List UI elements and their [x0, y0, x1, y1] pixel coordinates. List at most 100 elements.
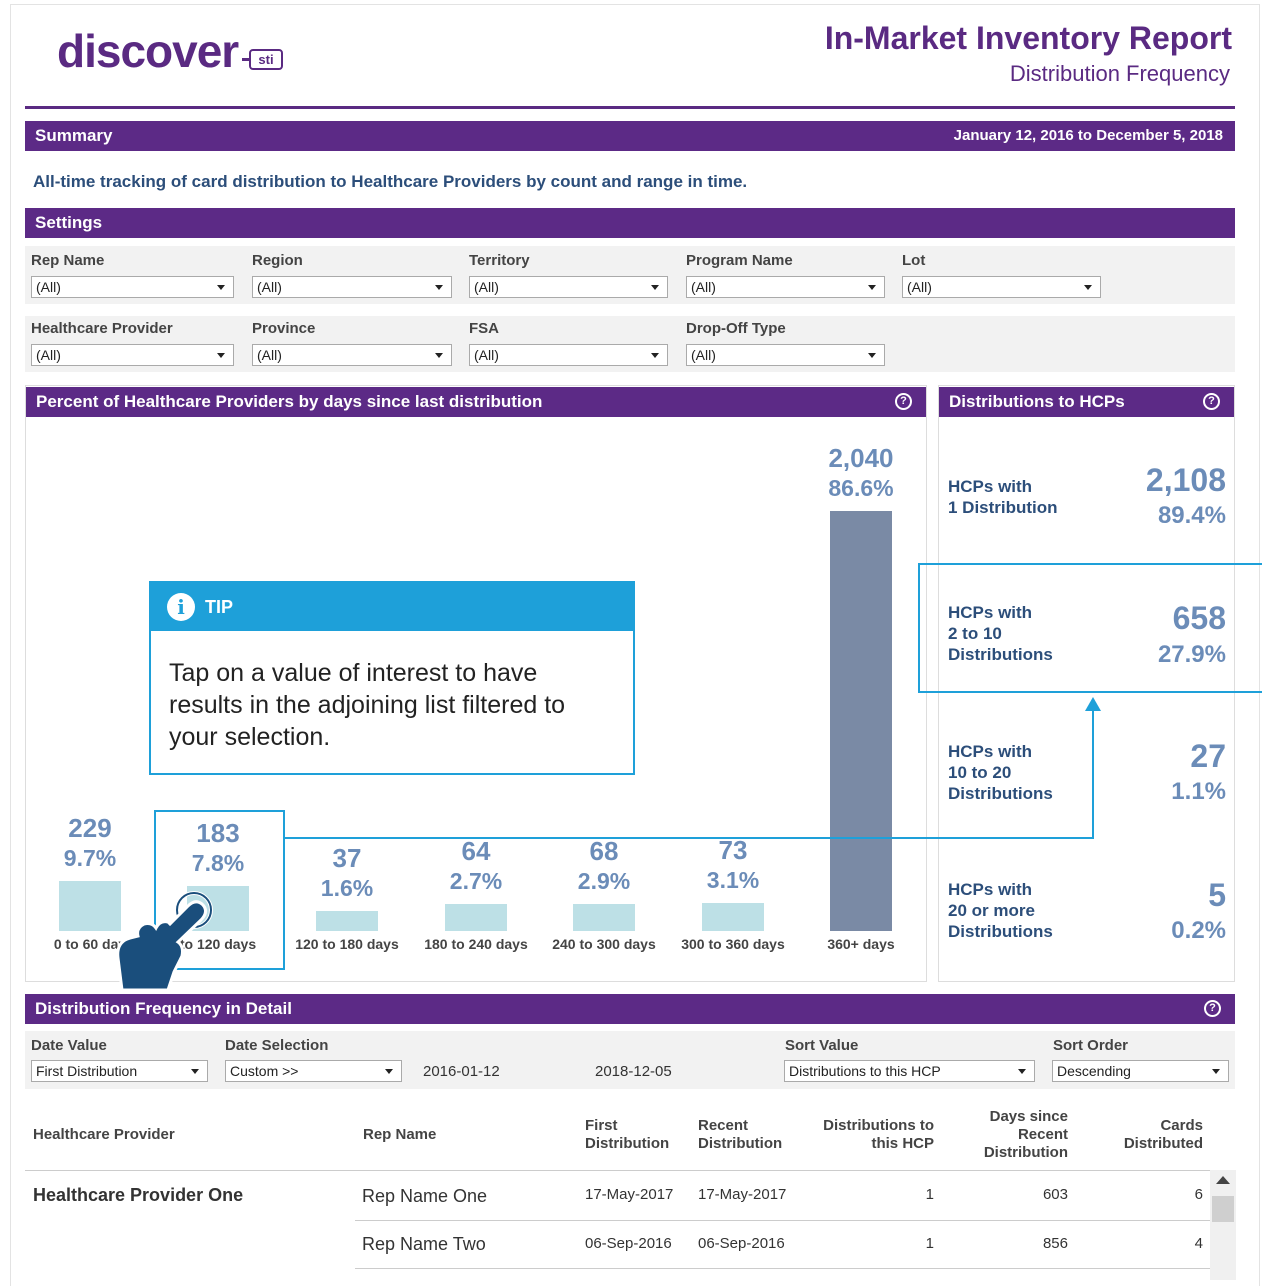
summary-header: Summary January 12, 2016 to December 5, …: [25, 121, 1235, 151]
column-header[interactable]: Distributions to this HCP: [800, 1117, 934, 1153]
column-header[interactable]: Healthcare Provider: [33, 1126, 175, 1144]
bar-category-label[interactable]: 120 to 180 days: [282, 936, 412, 952]
table-cell-rep[interactable]: Rep Name Two: [362, 1234, 486, 1255]
detail-header: Distribution Frequency in Detail ?: [25, 994, 1235, 1024]
connector-arrow-icon: [1085, 697, 1101, 711]
bar-category-label[interactable]: 180 to 240 days: [411, 936, 541, 952]
filter-drop-off-type-select[interactable]: (All): [686, 344, 885, 366]
sort-order-label: Sort Order: [1053, 1037, 1129, 1054]
column-header[interactable]: Cards Distributed: [1100, 1117, 1203, 1153]
table-header-divider: [25, 1170, 1210, 1171]
tip-text: Tap on a value of interest to have resul…: [169, 659, 566, 751]
table-cell-cards: 4: [1194, 1235, 1203, 1252]
hcp-item-count[interactable]: 27: [1190, 738, 1226, 775]
chart-panel-header: Percent of Healthcare Providers by days …: [26, 387, 926, 417]
sort-value-select[interactable]: Distributions to this HCP: [784, 1060, 1035, 1082]
filter-fsa-select[interactable]: (All): [469, 344, 668, 366]
table-row-divider: [355, 1268, 1210, 1269]
table-cell-rep[interactable]: Rep Name One: [362, 1186, 487, 1207]
table-row-divider: [355, 1220, 1210, 1221]
hcp-panel-header: Distributions to HCPs ?: [939, 387, 1234, 417]
filter-lot-select[interactable]: (All): [902, 276, 1101, 298]
help-icon[interactable]: ?: [1203, 393, 1220, 410]
bar-percent-label[interactable]: 9.7%: [30, 845, 150, 872]
settings-label: Settings: [35, 213, 103, 232]
column-header[interactable]: Recent Distribution: [698, 1117, 782, 1153]
table-cell-cards: 6: [1194, 1186, 1203, 1203]
filter-program-name-select[interactable]: (All): [686, 276, 885, 298]
column-header[interactable]: First Distribution: [585, 1117, 669, 1153]
bar-category-label[interactable]: 300 to 360 days: [668, 936, 798, 952]
help-icon[interactable]: ?: [895, 393, 912, 410]
connector-line: [284, 837, 1094, 839]
filter-healthcare-provider-select[interactable]: (All): [31, 344, 234, 366]
table-scrollbar[interactable]: [1210, 1170, 1236, 1280]
table-cell-recent: 17-May-2017: [698, 1186, 787, 1203]
detail-title: Distribution Frequency in Detail: [35, 999, 292, 1018]
table-cell-first: 17-May-2017: [585, 1186, 674, 1203]
connector-line: [1092, 709, 1094, 839]
bar-category-label[interactable]: 240 to 300 days: [539, 936, 669, 952]
bar-value-label[interactable]: 37: [287, 843, 407, 874]
hcp-item-percent[interactable]: 1.1%: [1171, 778, 1226, 806]
filter-label-province: Province: [252, 320, 316, 337]
bar-percent-label[interactable]: 2.7%: [416, 868, 536, 895]
date-selection-select[interactable]: Custom >>: [225, 1060, 402, 1082]
filter-label-drop-off-type: Drop-Off Type: [686, 320, 786, 337]
column-header[interactable]: Rep Name: [363, 1126, 436, 1144]
chart-bar[interactable]: [573, 904, 635, 931]
filter-rep-name-select[interactable]: (All): [31, 276, 234, 298]
date-selection-label: Date Selection: [225, 1037, 329, 1054]
chart-bar[interactable]: [316, 911, 378, 931]
hcp-panel-title: Distributions to HCPs: [949, 392, 1125, 411]
bar-value-label[interactable]: 73: [673, 835, 793, 866]
scroll-up-icon[interactable]: [1216, 1176, 1230, 1184]
hcp-item-label[interactable]: HCPs with 1 Distribution: [948, 476, 1058, 518]
filter-region-select[interactable]: (All): [252, 276, 452, 298]
bar-value-label[interactable]: 2,040: [801, 443, 921, 474]
hcp-item-count[interactable]: 2,108: [1146, 462, 1226, 499]
summary-label: Summary: [35, 126, 113, 145]
bar-value-label[interactable]: 68: [544, 836, 664, 867]
table-cell-days: 856: [1042, 1235, 1068, 1252]
hcp-item-count[interactable]: 5: [1208, 877, 1226, 914]
page-subtitle: Distribution Frequency: [1009, 61, 1230, 86]
tip-label: TIP: [205, 597, 234, 617]
logo-badge: sti: [242, 49, 283, 70]
hcp-item-percent[interactable]: 89.4%: [1158, 502, 1226, 530]
filter-label-territory: Territory: [469, 252, 530, 269]
logo: discover: [57, 25, 239, 77]
filter-label-region: Region: [252, 252, 303, 269]
sort-order-select[interactable]: Descending: [1052, 1060, 1229, 1082]
hcp-item-label[interactable]: HCPs with 20 or more Distributions: [948, 879, 1053, 942]
summary-description: All-time tracking of card distribution t…: [33, 172, 748, 191]
chart-bar[interactable]: [445, 904, 507, 931]
bar-percent-label[interactable]: 2.9%: [544, 868, 664, 895]
chart-bar[interactable]: [702, 903, 764, 931]
filter-province-select[interactable]: (All): [252, 344, 452, 366]
tip-header: i TIP: [151, 583, 633, 631]
bar-value-label[interactable]: 229: [30, 813, 150, 844]
table-cell-recent: 06-Sep-2016: [698, 1235, 785, 1252]
end-date[interactable]: 2018-12-05: [595, 1063, 672, 1080]
bar-value-label[interactable]: 64: [416, 836, 536, 867]
bar-category-label[interactable]: 360+ days: [796, 936, 926, 952]
hcp-item-label[interactable]: HCPs with 10 to 20 Distributions: [948, 741, 1053, 804]
help-icon[interactable]: ?: [1204, 1000, 1221, 1017]
column-header[interactable]: Days since Recent Distribution: [958, 1108, 1068, 1162]
start-date[interactable]: 2016-01-12: [423, 1063, 500, 1080]
filter-label-rep-name: Rep Name: [31, 252, 105, 269]
sort-value-label: Sort Value: [785, 1037, 859, 1054]
page-title: In-Market Inventory Report: [824, 20, 1232, 56]
bar-percent-label[interactable]: 1.6%: [287, 875, 407, 902]
scroll-thumb[interactable]: [1212, 1196, 1234, 1222]
hand-tap-icon: [116, 891, 213, 990]
bar-percent-label[interactable]: 3.1%: [673, 867, 793, 894]
hcp-item-percent[interactable]: 0.2%: [1171, 917, 1226, 945]
filter-label-fsa: FSA: [469, 320, 499, 337]
date-value-select[interactable]: First Distribution: [31, 1060, 208, 1082]
table-cell-provider[interactable]: Healthcare Provider One: [33, 1185, 243, 1206]
filter-territory-select[interactable]: (All): [469, 276, 668, 298]
bar-percent-label[interactable]: 86.6%: [801, 475, 921, 502]
chart-bar[interactable]: [830, 511, 892, 931]
